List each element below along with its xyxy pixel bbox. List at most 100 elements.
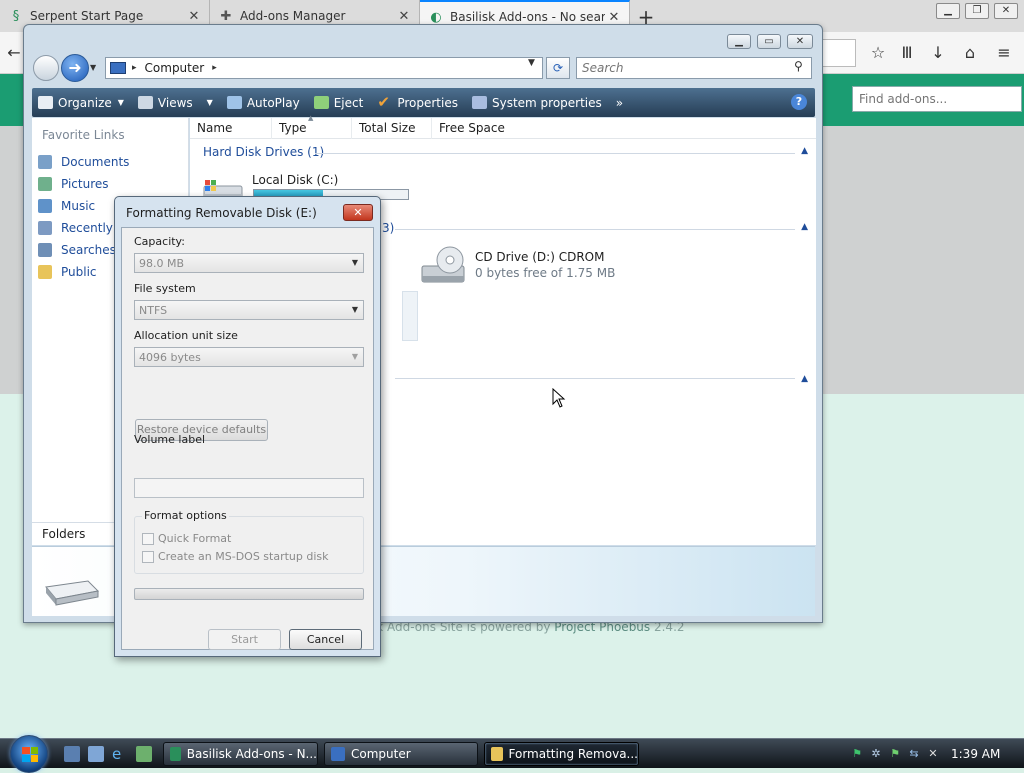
close-button[interactable]: ✕	[787, 34, 813, 49]
group-divider	[395, 229, 795, 230]
properties-button[interactable]: ✔ Properties	[377, 95, 458, 110]
favorite-label: Documents	[61, 155, 130, 169]
eject-button[interactable]: Eject	[313, 96, 363, 110]
quick-format-checkbox[interactable]: Quick Format	[142, 532, 231, 545]
msdos-startup-checkbox[interactable]: Create an MS-DOS startup disk	[142, 550, 329, 563]
column-free-space[interactable]: Free Space	[432, 118, 512, 139]
allocation-unit-label: Allocation unit size	[134, 329, 238, 342]
flag-icon[interactable]: ⚑	[850, 747, 864, 761]
group-hard-disk-drives[interactable]: Hard Disk Drives (1)	[203, 145, 324, 159]
group-divider	[395, 378, 795, 379]
chevron-right-icon[interactable]: ▸	[212, 63, 217, 73]
address-bar[interactable]: ▸ Computer ▸	[105, 57, 543, 79]
system-properties-label: System properties	[491, 95, 602, 110]
browser-minimize-button[interactable]: ▁	[936, 3, 960, 19]
address-computer-crumb[interactable]: Computer	[145, 61, 205, 75]
allocation-unit-select[interactable]: 4096 bytes ▼	[134, 347, 364, 367]
format-dialog: Formatting Removable Disk (E:) ✕ Capacit…	[114, 196, 381, 657]
history-dropdown-icon[interactable]: ▼	[90, 63, 96, 72]
downloads-icon[interactable]: ↓	[928, 43, 948, 63]
views-button[interactable]: Views ▼	[137, 96, 213, 110]
favorite-links-title: Favorite Links	[42, 128, 125, 142]
capacity-value: 98.0 MB	[139, 257, 185, 270]
cancel-button[interactable]: Cancel	[289, 629, 362, 650]
search-input[interactable]	[576, 57, 812, 79]
chevron-down-icon: ▼	[206, 98, 213, 107]
collapse-icon[interactable]: ▲	[801, 146, 808, 156]
forward-button[interactable]: ➜	[61, 54, 89, 82]
system-properties-button[interactable]: System properties	[471, 95, 602, 110]
command-toolbar: Organize ▼ Views ▼ AutoPlay Eject ✔ Prop…	[32, 88, 815, 117]
autoplay-button[interactable]: AutoPlay	[226, 96, 300, 110]
favorite-label: Public	[61, 265, 97, 279]
browser-restore-button[interactable]: ❐	[965, 3, 989, 19]
switch-windows-icon[interactable]	[88, 746, 104, 762]
address-dropdown-icon[interactable]: ▼	[528, 58, 535, 68]
bookmark-star-icon[interactable]: ☆	[868, 43, 888, 63]
favorite-label: Music	[61, 199, 96, 213]
serpent-icon: §	[12, 8, 20, 24]
clock[interactable]: 1:39 AM	[951, 747, 1000, 761]
file-system-select[interactable]: NTFS ▼	[134, 300, 364, 320]
favorite-pictures[interactable]: Pictures	[38, 174, 188, 194]
volume-muted-icon[interactable]: ✕	[926, 747, 940, 761]
close-tab-icon[interactable]: ✕	[605, 10, 623, 25]
menu-icon[interactable]: ≡	[994, 43, 1014, 63]
internet-explorer-icon[interactable]: e	[112, 746, 128, 762]
safely-remove-icon[interactable]: ⇆	[907, 747, 921, 761]
eject-icon	[313, 96, 329, 109]
refresh-button[interactable]: ⟳	[546, 57, 570, 79]
wifi-icon[interactable]: ⚑	[888, 747, 902, 761]
local-disk-name[interactable]: Local Disk (C:)	[252, 173, 338, 187]
collapse-icon[interactable]: ▲	[801, 374, 808, 384]
searches-icon	[38, 243, 52, 257]
browser-back-icon[interactable]: ←	[4, 43, 24, 63]
help-icon[interactable]: ?	[791, 94, 807, 110]
browser-close-button[interactable]: ✕	[994, 3, 1018, 19]
start-button[interactable]: Start	[208, 629, 281, 650]
search-icon[interactable]: ⚲	[794, 59, 803, 73]
find-addons-input[interactable]	[852, 86, 1022, 112]
file-system-label: File system	[134, 282, 196, 295]
close-tab-icon[interactable]: ✕	[395, 9, 413, 24]
show-desktop-icon[interactable]	[64, 746, 80, 762]
column-total-size[interactable]: Total Size	[352, 118, 432, 139]
favorite-documents[interactable]: Documents	[38, 152, 188, 172]
chevron-down-icon: ▼	[351, 352, 358, 361]
browser-url-field-edge[interactable]	[822, 39, 856, 67]
format-options-title: Format options	[142, 509, 229, 522]
volume-label-input[interactable]	[134, 478, 364, 498]
collapse-icon[interactable]: ▲	[801, 222, 808, 232]
system-properties-icon	[471, 96, 487, 109]
column-type[interactable]: Type ▲	[272, 114, 352, 139]
more-commands-button[interactable]: »	[616, 96, 623, 110]
home-icon[interactable]: ⌂	[960, 43, 980, 63]
cd-drive-icon[interactable]	[420, 244, 468, 288]
maximize-button[interactable]: ▭	[757, 34, 781, 49]
organize-icon	[38, 96, 53, 109]
taskbar-basilisk[interactable]: Basilisk Add-ons - N...	[163, 742, 318, 766]
taskbar-formatting[interactable]: Formatting Remova...	[484, 742, 639, 766]
chevron-down-icon: ▼	[351, 258, 358, 267]
capacity-select[interactable]: 98.0 MB ▼	[134, 253, 364, 273]
computer-icon	[110, 62, 126, 74]
removable-disk-selection[interactable]	[402, 291, 418, 341]
group-removable-storage-partial[interactable]: 3)	[382, 221, 394, 235]
column-type-label: Type	[279, 121, 307, 135]
removable-drive-icon	[45, 580, 100, 606]
cd-drive-name[interactable]: CD Drive (D:) CDROM	[475, 250, 604, 264]
minimize-button[interactable]: ▁	[727, 34, 751, 49]
organize-button[interactable]: Organize ▼	[38, 96, 124, 110]
network-icon[interactable]: ✲	[869, 747, 883, 761]
column-name[interactable]: Name	[190, 118, 272, 139]
back-button[interactable]	[33, 55, 59, 81]
close-tab-icon[interactable]: ✕	[185, 9, 203, 24]
library-icon[interactable]: Ⅲ	[897, 43, 917, 63]
task-label: Computer	[351, 747, 411, 761]
favorite-label: Pictures	[61, 177, 109, 191]
start-button[interactable]	[10, 735, 48, 773]
tab-label: Add-ons Manager	[240, 9, 346, 23]
taskbar-computer[interactable]: Computer	[324, 742, 478, 766]
dialog-close-button[interactable]: ✕	[343, 204, 373, 221]
messenger-icon[interactable]	[136, 746, 152, 762]
